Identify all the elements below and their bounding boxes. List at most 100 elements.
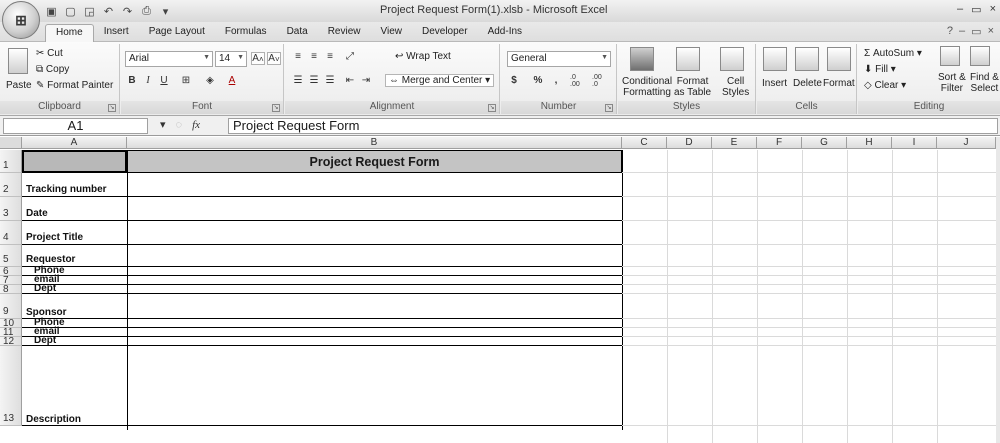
underline-button[interactable]: U: [157, 74, 171, 87]
restore-button[interactable]: ▭: [971, 3, 981, 16]
decrease-decimal-button[interactable]: .00 .0: [591, 74, 609, 88]
row-header-2[interactable]: 2: [0, 173, 22, 197]
format-as-table-icon[interactable]: [676, 47, 700, 71]
form-title-cell[interactable]: Project Request Form: [127, 150, 622, 173]
tab-view[interactable]: View: [370, 24, 412, 42]
number-format-select[interactable]: General ▼: [507, 51, 611, 67]
workbook-close-button[interactable]: ×: [988, 25, 994, 38]
align-center-icon[interactable]: ☰: [307, 74, 321, 87]
cell-styles-button[interactable]: Cell Styles: [722, 76, 749, 98]
align-middle-icon[interactable]: ≡: [307, 50, 321, 63]
row-header-8[interactable]: 8: [0, 284, 22, 295]
insert-function-icon[interactable]: fx: [192, 119, 200, 131]
format-painter-button[interactable]: ✎ Format Painter: [36, 80, 113, 91]
workbook-minimize-button[interactable]: –: [959, 25, 965, 38]
row-header-5[interactable]: 5: [0, 245, 22, 267]
office-button[interactable]: ⊞: [2, 1, 40, 39]
delete-cells-icon[interactable]: [795, 47, 819, 71]
row-header-13[interactable]: 13: [0, 346, 22, 426]
column-header-c[interactable]: C: [622, 137, 667, 149]
column-header-d[interactable]: D: [667, 137, 712, 149]
tab-data[interactable]: Data: [277, 24, 318, 42]
format-cells-icon[interactable]: [827, 47, 851, 71]
orientation-icon[interactable]: ⤢: [343, 50, 357, 63]
tab-page-layout[interactable]: Page Layout: [139, 24, 215, 42]
tab-formulas[interactable]: Formulas: [215, 24, 277, 42]
wrap-text-button[interactable]: ↩ Wrap Text: [395, 51, 451, 62]
paste-icon[interactable]: [8, 48, 28, 74]
format-as-table-button[interactable]: Format as Table: [674, 76, 711, 98]
bold-button[interactable]: B: [125, 74, 139, 87]
cell-styles-icon[interactable]: [720, 47, 744, 71]
paste-button[interactable]: Paste: [6, 80, 32, 91]
open-icon[interactable]: ◲: [82, 4, 97, 18]
formula-input[interactable]: Project Request Form: [228, 118, 998, 134]
sort-filter-icon[interactable]: [940, 46, 960, 66]
column-header-i[interactable]: I: [892, 137, 937, 149]
tab-home[interactable]: Home: [45, 24, 94, 42]
row-header-12[interactable]: 12: [0, 336, 22, 347]
redo-icon[interactable]: ↷: [120, 4, 135, 18]
column-header-f[interactable]: F: [757, 137, 802, 149]
column-header-a[interactable]: A: [22, 137, 127, 149]
italic-button[interactable]: I: [141, 74, 155, 87]
fill-color-icon[interactable]: ◈: [203, 74, 217, 87]
print-icon[interactable]: ⎙: [139, 4, 154, 18]
cell-area[interactable]: Project Request Form Tracking number Dat…: [22, 150, 1000, 443]
clipboard-launcher-icon[interactable]: ↘: [108, 104, 116, 112]
align-right-icon[interactable]: ☰: [323, 74, 337, 87]
increase-indent-icon[interactable]: ⇥: [359, 74, 373, 87]
font-launcher-icon[interactable]: ↘: [272, 104, 280, 112]
insert-button[interactable]: Insert: [762, 78, 787, 89]
column-header-g[interactable]: G: [802, 137, 847, 149]
cancel-formula-icon[interactable]: ◌: [176, 119, 183, 131]
save-icon[interactable]: ▣: [44, 4, 59, 18]
worksheet-grid[interactable]: A B C D E F G H I J 1 2 3 4 5 6 7 8 9 10…: [0, 137, 1000, 443]
font-color-icon[interactable]: A: [225, 74, 239, 87]
clear-button[interactable]: ◇ Clear ▾: [864, 80, 906, 91]
tab-insert[interactable]: Insert: [94, 24, 139, 42]
align-left-icon[interactable]: ☰: [291, 74, 305, 87]
delete-button[interactable]: Delete: [793, 78, 822, 89]
grow-font-icon[interactable]: A ˄: [251, 52, 265, 65]
undo-icon[interactable]: ↶: [101, 4, 116, 18]
column-header-j[interactable]: J: [937, 137, 996, 149]
decrease-indent-icon[interactable]: ⇤: [343, 74, 357, 87]
find-select-button[interactable]: Find & Select: [970, 72, 999, 94]
tab-developer[interactable]: Developer: [412, 24, 478, 42]
help-icon[interactable]: ?: [947, 25, 953, 38]
minimize-button[interactable]: –: [957, 3, 963, 16]
font-size-select[interactable]: 14 ▼: [215, 51, 247, 67]
conditional-formatting-icon[interactable]: [630, 47, 654, 71]
row-header-9[interactable]: 9: [0, 294, 22, 319]
fill-button[interactable]: ⬇ Fill ▾: [864, 64, 896, 75]
copy-button[interactable]: ⧉ Copy: [36, 64, 69, 75]
align-bottom-icon[interactable]: ≡: [323, 50, 337, 63]
shrink-font-icon[interactable]: A ˅: [267, 52, 281, 65]
font-name-select[interactable]: Arial ▼: [125, 51, 213, 67]
tab-add-ins[interactable]: Add-Ins: [478, 24, 532, 42]
row-header-3[interactable]: 3: [0, 197, 22, 221]
close-button[interactable]: ×: [990, 3, 996, 16]
column-header-h[interactable]: H: [847, 137, 892, 149]
name-box[interactable]: A1: [3, 118, 148, 134]
comma-button[interactable]: ,: [549, 74, 563, 87]
chevron-down-icon[interactable]: ▾: [160, 118, 166, 131]
alignment-launcher-icon[interactable]: ↘: [488, 104, 496, 112]
cell-a1-selected[interactable]: [22, 150, 127, 173]
insert-cells-icon[interactable]: [763, 47, 787, 71]
sort-filter-button[interactable]: Sort & Filter: [938, 72, 966, 94]
new-icon[interactable]: ▢: [63, 4, 78, 18]
currency-button[interactable]: $: [507, 74, 521, 87]
cut-button[interactable]: ✂ Cut: [36, 48, 63, 59]
tab-review[interactable]: Review: [318, 24, 371, 42]
row-header-4[interactable]: 4: [0, 221, 22, 245]
number-launcher-icon[interactable]: ↘: [605, 104, 613, 112]
borders-icon[interactable]: ⊞: [179, 74, 193, 87]
workbook-restore-button[interactable]: ▭: [971, 25, 981, 38]
format-button[interactable]: Format: [823, 78, 855, 89]
select-all-corner[interactable]: [0, 137, 22, 149]
binoculars-icon[interactable]: [970, 46, 990, 66]
vertical-scrollbar[interactable]: [996, 137, 1000, 443]
merge-center-button[interactable]: ⇔ Merge and Center ▾: [385, 74, 495, 87]
